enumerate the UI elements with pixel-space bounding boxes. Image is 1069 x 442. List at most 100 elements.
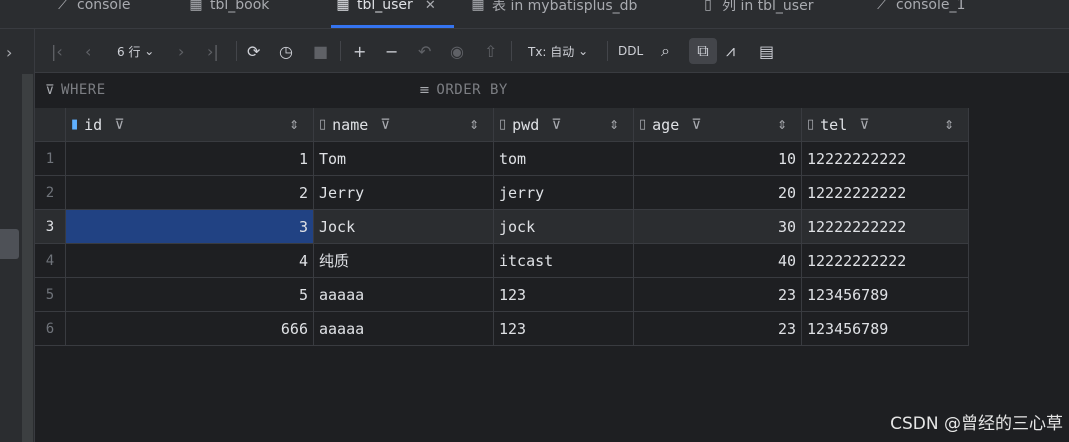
row-number-header [35,108,66,142]
cell-pwd[interactable]: jerry [494,176,634,210]
add-row-icon[interactable]: + [353,41,366,61]
transaction-mode-dropdown[interactable]: Tx: 自动 ⌄ [528,41,588,61]
cell-pwd[interactable]: tom [494,142,634,176]
previous-page-icon[interactable]: ‹ [85,41,91,61]
cell-age[interactable]: 30 [634,210,802,244]
search-icon[interactable]: ⌕ [661,41,670,61]
result-toolbar: |‹ ‹ 6 行 ⌄ › ›| ⟳ ◷ ■ + − ↶ ◉ ⇧ Tx: 自动 ⌄… [35,29,1069,73]
chevron-down-icon: ⌄ [144,44,155,58]
cell-id[interactable]: 666 [66,312,314,346]
cell-tel[interactable]: 123456789 [802,278,969,312]
history-icon[interactable]: ◷ [279,41,293,61]
view-settings-icon[interactable]: ▤ [759,41,774,61]
filter-view-icon[interactable]: ⧉ [689,38,717,64]
sort-icon[interactable]: ⇕ [289,118,299,132]
cell-age[interactable]: 23 [634,312,802,346]
table-row-current[interactable]: 3 3 Jock jock 30 12222222222 [35,210,969,244]
preview-changes-icon[interactable]: ◉ [450,41,464,61]
submit-icon[interactable]: ⇧ [484,41,497,61]
cell-id[interactable]: 4 [66,244,314,278]
ddl-button[interactable]: DDL [618,41,643,61]
column-header-age[interactable]: ▯ age ⊽ ⇕ [634,108,802,142]
table-row[interactable]: 6 666 aaaaa 123 23 123456789 [35,312,969,346]
chart-icon[interactable]: ⩘ [726,41,735,61]
left-gutter: › [0,29,35,442]
gutter-stripe [22,74,33,442]
cell-tel[interactable]: 123456789 [802,312,969,346]
cell-name[interactable]: Jock [314,210,494,244]
tab-tbl-user[interactable]: ▦ tbl_user ✕ [335,0,436,17]
toolbar-separator [511,41,512,61]
cell-age[interactable]: 23 [634,278,802,312]
table-row[interactable]: 5 5 aaaaa 123 23 123456789 [35,278,969,312]
column-header-name[interactable]: ▯ name ⊽ ⇕ [314,108,494,142]
filter-icon[interactable]: ⊽ [380,117,390,133]
refresh-icon[interactable]: ⟳ [247,41,260,61]
table-row[interactable]: 1 1 Tom tom 10 12222222222 [35,142,969,176]
row-number: 6 [35,312,66,346]
cell-age[interactable]: 20 [634,176,802,210]
where-filter[interactable]: ⊽ WHERE [45,82,106,98]
column-icon: ▯ [639,117,647,132]
cell-pwd[interactable]: itcast [494,244,634,278]
chevron-right-icon[interactable]: › [6,43,12,62]
filter-icon[interactable]: ⊽ [859,117,869,133]
cell-age[interactable]: 40 [634,244,802,278]
delete-row-icon[interactable]: − [385,41,398,61]
column-icon: ▯ [499,117,507,132]
table-icon: ▦ [471,0,485,13]
column-header-id[interactable]: ▮ id ⊽ ⇕ [66,108,314,142]
tab-console[interactable]: ⟋ console [55,0,130,17]
cell-pwd[interactable]: jock [494,210,634,244]
cell-tel[interactable]: 12222222222 [802,176,969,210]
active-tab-indicator [331,25,454,28]
tab-tbl-book[interactable]: ▦ tbl_book [188,0,269,17]
filter-icon[interactable]: ⊽ [114,117,124,133]
cell-name[interactable]: aaaaa [314,312,494,346]
cell-id-selected[interactable]: 3 [66,210,314,244]
toolbar-separator [607,41,608,61]
row-number: 2 [35,176,66,210]
revert-icon[interactable]: ↶ [418,41,431,61]
cell-tel[interactable]: 12222222222 [802,244,969,278]
cell-id[interactable]: 5 [66,278,314,312]
cell-pwd[interactable]: 123 [494,278,634,312]
table-icon: ▦ [189,0,203,13]
filter-icon[interactable]: ⊽ [691,117,701,133]
cell-id[interactable]: 2 [66,176,314,210]
sort-icon[interactable]: ⇕ [609,118,619,132]
filter-icon[interactable]: ⊽ [551,117,561,133]
cell-tel[interactable]: 12222222222 [802,210,969,244]
filter-bar: ⊽ WHERE ≡ ORDER BY [35,73,1069,107]
table-row[interactable]: 2 2 Jerry jerry 20 12222222222 [35,176,969,210]
column-header-tel[interactable]: ▯ tel ⊽ ⇕ [802,108,969,142]
first-page-icon[interactable]: |‹ [51,41,63,61]
close-icon[interactable]: ✕ [425,0,436,13]
table-row[interactable]: 4 4 纯质 itcast 40 12222222222 [35,244,969,278]
tab-mybatisplus-db-tables[interactable]: ▦ 表 in mybatisplus_db [470,0,637,17]
column-header-pwd[interactable]: ▯ pwd ⊽ ⇕ [494,108,634,142]
cell-pwd[interactable]: 123 [494,312,634,346]
cell-id[interactable]: 1 [66,142,314,176]
row-count-dropdown[interactable]: 6 行 ⌄ [117,41,154,61]
cell-name[interactable]: 纯质 [314,244,494,278]
sort-icon[interactable]: ⇕ [469,118,479,132]
tab-console-1[interactable]: ⟋ console_1 [874,0,965,17]
editor-tab-bar: ⟋ console ▦ tbl_book ▦ tbl_user ✕ ▦ 表 in myb… [0,0,1069,29]
console-icon: ⟋ [58,0,68,13]
last-page-icon[interactable]: ›| [207,41,219,61]
sort-icon: ≡ [419,82,431,98]
column-icon: ▯ [807,117,815,132]
cell-name[interactable]: Jerry [314,176,494,210]
cell-name[interactable]: aaaaa [314,278,494,312]
sort-icon[interactable]: ⇕ [944,118,954,132]
order-by-filter[interactable]: ≡ ORDER BY [419,82,508,98]
stop-icon[interactable]: ■ [313,41,328,61]
cell-name[interactable]: Tom [314,142,494,176]
sort-icon[interactable]: ⇕ [777,118,787,132]
column-icon: ▯ [319,117,327,132]
cell-tel[interactable]: 12222222222 [802,142,969,176]
tab-tbl-user-columns[interactable]: ▯ 列 in tbl_user [700,0,813,17]
next-page-icon[interactable]: › [178,41,184,61]
cell-age[interactable]: 10 [634,142,802,176]
